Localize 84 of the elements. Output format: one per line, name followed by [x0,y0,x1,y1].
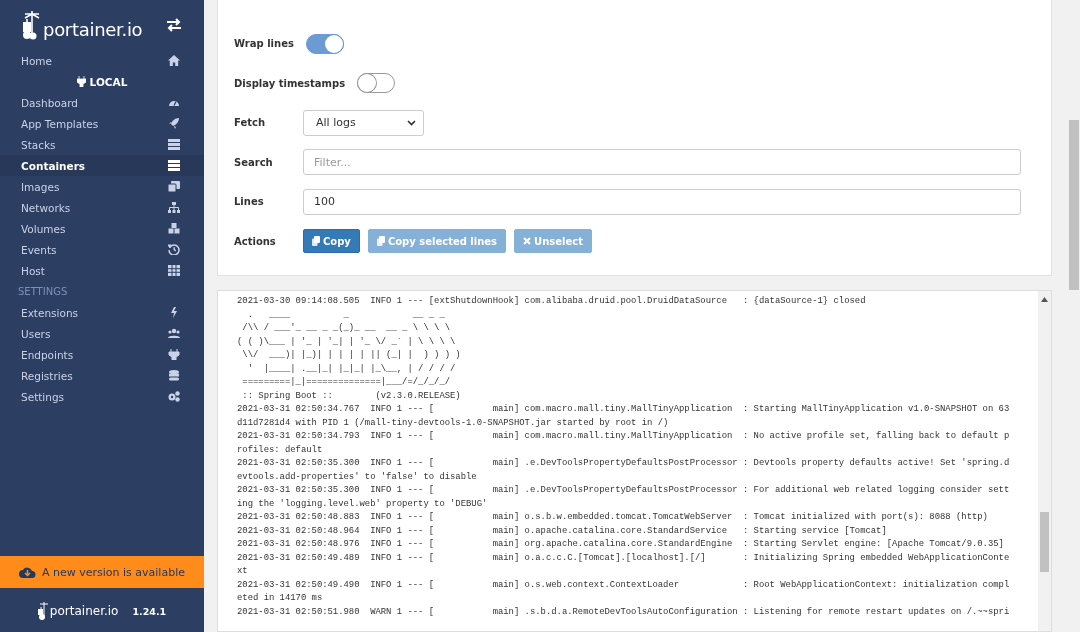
log-line: 2021-03-31 02:50:48.883 INFO 1 --- [ main] o.s.b.w.embedded.tomcat.TomcatWebServer : Tomcat initialized with port(s): 8088 (http) [237,511,988,524]
search-field[interactable]: Filter... [303,149,1021,176]
log-line: 2021-03-31 02:50:48.976 INFO 1 --- [ main] org.apache.catalina.core.StandardEngine : Starting Servlet engine: [Apache Tomcat/9.0.35] [237,538,1004,551]
update-banner[interactable]: A new version is available [0,556,204,588]
scroll-thumb[interactable] [1040,512,1049,572]
log-line: 2021-03-31 02:50:35.300 INFO 1 --- [ main] .e.DevToolsPropertyDefaultsPostProcessor : Devtools property defaults active! Set 'spring.d [237,457,1010,470]
portainer-logo[interactable]: portainer.io [22,10,143,40]
toggle-label: Wrap lines [234,38,294,50]
scroll-thumb[interactable] [1068,120,1079,290]
section-header: SETTINGS [17,285,69,299]
sidebar-item[interactable]: Volumes [0,218,204,239]
chevron-down-icon [407,119,416,126]
swap-arrows-icon[interactable] [166,18,182,32]
log-line: 2021-03-31 02:50:35.300 INFO 1 --- [ main] .e.DevToolsPropertyDefaultsPostProcessor : For additional web related logging consider sett [237,484,1010,497]
field-label: Search [234,156,274,168]
log-line: :: Spring Boot :: (v2.3.0.RELEASE) [241,389,461,403]
users-icon [168,328,180,339]
toggle-switch[interactable] [357,73,396,94]
crane-logo-icon [37,602,49,620]
log-line: ing the 'logging.level.web' property to 'DEBUG' [237,497,488,511]
sidebar-item[interactable]: Host [0,260,204,281]
cogs-icon [168,391,180,402]
sidebar-item[interactable]: Dashboard [0,92,204,113]
log-line: \\/ ___)| |_)| | | | | || (_| | ) ) ) ) [241,349,461,362]
copy-button[interactable]: Copy [303,229,360,254]
sidebar-item[interactable]: App Templates [0,113,204,134]
sidebar-item[interactable]: Registries [0,365,204,386]
fetch-select[interactable]: All logs [303,109,424,136]
copy-icon [376,236,385,247]
log-line: 2021-03-31 02:50:48.964 INFO 1 --- [ main] o.apache.catalina.core.StandardService : Starting service [Tomcat] [237,524,887,538]
list-icon [168,139,180,150]
close-icon [523,237,532,246]
log-line: 2021-03-31 02:50:34.767 INFO 1 --- [ main] com.macro.mall.tiny.MallTinyApplication : Starting MallTinyApplication v1.0-SNAPSHOT on 63 [237,403,1010,416]
lines-field[interactable]: 100 [303,188,1021,215]
copy-icon [168,181,180,192]
sitemap-icon [168,202,180,213]
home-icon [168,55,180,66]
log-line: xt [237,565,248,578]
sidebar-item[interactable]: Endpoints [0,344,204,365]
server-icon [168,160,180,171]
log-line: rofiles: default [237,443,323,457]
cubes-icon [168,223,180,234]
grid-icon [168,265,180,276]
sidebar-item[interactable]: Settings [0,386,204,407]
toggle-label: Display timestamps [234,77,346,89]
log-line: /\\ / ___'_ __ _ _(_)_ __ __ _ \ \ \ \ [241,322,451,335]
field-label: Actions [234,235,277,247]
sidebar-item[interactable]: Images [0,176,204,197]
version-label: 1.24.1 [132,605,167,617]
crane-logo-icon [22,10,42,40]
plug-icon [168,349,180,360]
log-line: . ____ _ __ _ _ [246,308,445,322]
history-icon [168,244,180,255]
log-line: ' |____| .__|_| |_|_| |_\__, | / / / / [246,362,456,376]
portainer-logo: portainer.io [37,602,119,620]
rocket-icon [168,118,180,129]
plug-icon [76,76,86,87]
toggle-switch[interactable] [305,33,344,54]
log-line: 2021-03-31 02:50:49.489 INFO 1 --- [ main] o.a.c.c.C.[Tomcat].[localhost].[/] : Initializing Spring embedded WebApplicationConte [237,551,1010,565]
cloud-download-icon [19,566,36,578]
log-line: eted in 14170 ms [237,592,323,605]
endpoint-label: LOCAL [0,71,204,92]
log-line: 2021-03-31 02:50:51.980 WARN 1 --- [ main] .s.b.d.a.RemoteDevToolsAutoConfiguration : Listening for remote restart updates on /.~~spri [237,605,1010,619]
log-line: ( ( )\___ | '_ | '_| | '_ \/ _` | \ \ \ \ [237,335,456,349]
log-line: 2021-03-30 09:14:08.505 INFO 1 --- [extShutdownHook] com.alibaba.druid.pool.DruidDataSource : {dataSource-1} closed [237,295,866,308]
sidebar-item[interactable]: Networks [0,197,204,218]
sidebar-item[interactable]: Extensions [0,302,204,323]
log-line: 2021-03-31 02:50:49.490 INFO 1 --- [ main] o.s.web.context.ContextLoader : Root WebApplicationContext: initialization compl [237,578,1010,592]
database-icon [168,370,180,381]
log-line: 2021-03-31 02:50:34.793 INFO 1 --- [ main] com.macro.mall.tiny.MallTinyApplication : No active profile set, falling back to default p [237,430,1010,443]
sidebar-item[interactable]: Containers [0,155,204,176]
field-label: Lines [234,196,265,208]
sidebar-item[interactable]: Stacks [0,134,204,155]
log-line: =========|_|==============|___/=/_/_/_/ [241,376,451,389]
copy-icon [312,236,320,247]
log-line: d11d7281d4 with PID 1 (/mall-tiny-devtools-1.0-SNAPSHOT.jar started by root in /) [237,416,669,430]
scrollbar[interactable] [1038,291,1051,631]
scroll-up-icon[interactable] [1041,297,1048,302]
sidebar-item[interactable]: Users [0,323,204,344]
bolt-icon [168,307,180,318]
log-line: evtools.add-properties' to 'false' to disable [237,470,477,484]
sidebar-item[interactable]: Home [0,50,204,71]
field-label: Fetch [234,117,267,129]
sidebar-item[interactable]: Events [0,239,204,260]
